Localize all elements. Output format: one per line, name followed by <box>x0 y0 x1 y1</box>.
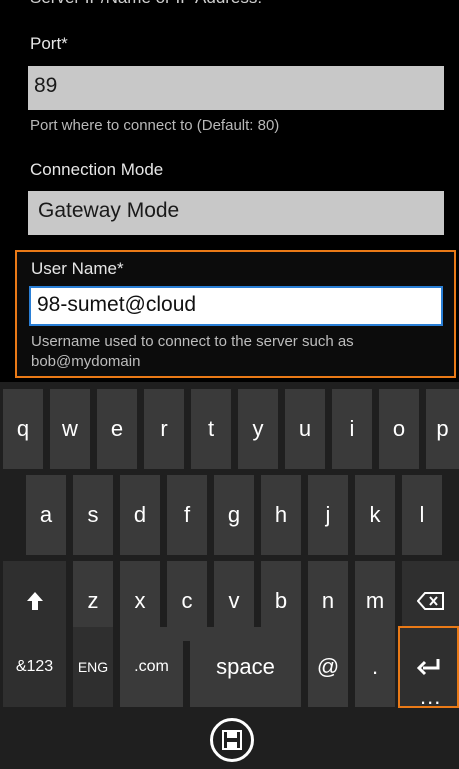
key-e[interactable]: e <box>97 389 137 469</box>
language-key[interactable]: ENG <box>73 627 113 707</box>
connection-mode-label: Connection Mode <box>30 160 164 179</box>
key-f[interactable]: f <box>167 475 207 555</box>
space-key[interactable]: space <box>190 627 301 707</box>
connection-mode-select[interactable]: Gateway Mode <box>28 191 444 235</box>
dotcom-key[interactable]: .com <box>120 627 183 707</box>
key-r[interactable]: r <box>144 389 184 469</box>
key-o[interactable]: o <box>379 389 419 469</box>
key-d[interactable]: d <box>120 475 160 555</box>
port-label: Port* <box>30 34 68 53</box>
key-y[interactable]: y <box>238 389 278 469</box>
key-j[interactable]: j <box>308 475 348 555</box>
key-i[interactable]: i <box>332 389 372 469</box>
key-q[interactable]: q <box>3 389 43 469</box>
backspace-icon <box>416 592 444 610</box>
shift-arrow-icon <box>26 592 43 610</box>
dot-key[interactable]: . <box>355 627 395 707</box>
numbers-key[interactable]: &123 <box>3 627 66 707</box>
key-a[interactable]: a <box>26 475 66 555</box>
key-t[interactable]: t <box>191 389 231 469</box>
key-k[interactable]: k <box>355 475 395 555</box>
user-name-label: User Name* <box>31 259 124 278</box>
more-options-button[interactable]: ... <box>420 684 441 710</box>
save-button[interactable] <box>210 718 254 762</box>
port-input[interactable]: 89 <box>28 66 444 110</box>
user-name-group: User Name* 98-sumet@cloud Username used … <box>15 250 456 378</box>
at-key[interactable]: @ <box>308 627 348 707</box>
user-name-input[interactable]: 98-sumet@cloud <box>29 286 443 326</box>
port-hint: Port where to connect to (Default: 80) <box>30 117 280 134</box>
key-g[interactable]: g <box>214 475 254 555</box>
key-p[interactable]: p <box>426 389 459 469</box>
key-w[interactable]: w <box>50 389 90 469</box>
on-screen-keyboard: q w e r t y u i o p a s d f g h j k l z … <box>0 382 459 769</box>
key-h[interactable]: h <box>261 475 301 555</box>
cut-off-label: Server IP/Name or IP Address: <box>30 0 262 8</box>
user-name-hint: Username used to connect to the server s… <box>31 333 354 370</box>
key-l[interactable]: l <box>402 475 442 555</box>
key-s[interactable]: s <box>73 475 113 555</box>
enter-arrow-icon <box>416 659 439 676</box>
floppy-disk-icon <box>222 730 242 750</box>
key-u[interactable]: u <box>285 389 325 469</box>
